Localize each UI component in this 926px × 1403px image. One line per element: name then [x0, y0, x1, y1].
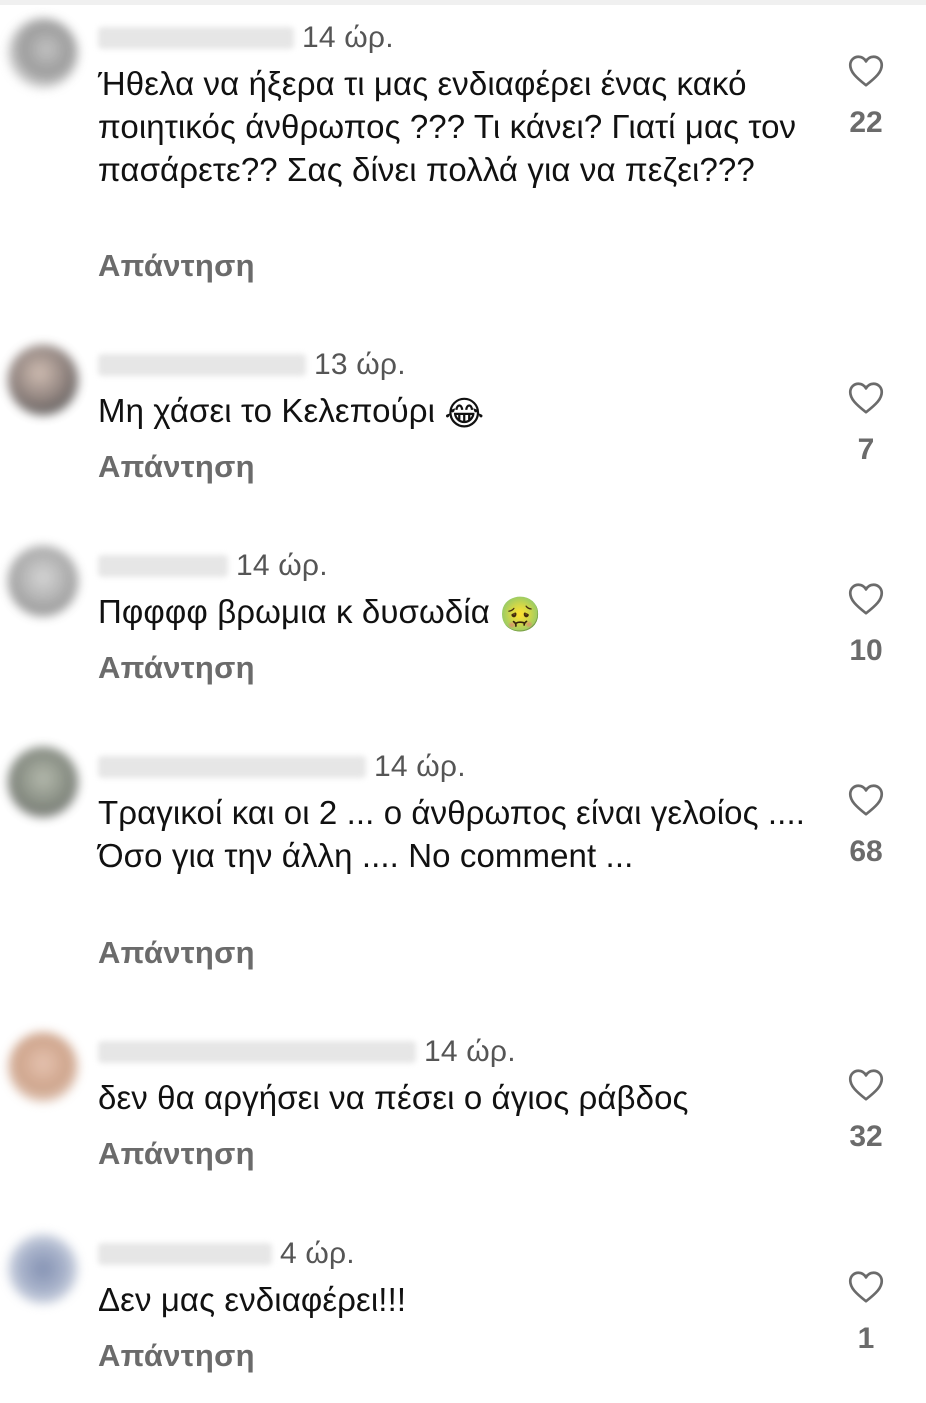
timestamp: 4 ώρ.	[280, 1237, 355, 1270]
comment-text: Πφφφφ βρωμια κ δυσωδία 🤢	[98, 593, 542, 634]
comment-text: Δεν μας ενδιαφέρει!!!	[98, 1281, 407, 1318]
nauseated-face-icon: 🤢	[499, 596, 542, 634]
avatar[interactable]	[8, 1032, 78, 1102]
username-blurred[interactable]	[98, 27, 294, 49]
like-count: 10	[849, 634, 883, 667]
heart-icon[interactable]	[848, 1270, 884, 1304]
avatar[interactable]	[8, 345, 78, 415]
like-area: 1	[830, 1270, 902, 1356]
comment-text: Ήθελα να ήξερα τι μας ενδιαφέρει ένας κα…	[98, 65, 797, 188]
comment-text: δεν θα αργήσει να πέσει ο άγιος ράβδος	[98, 1079, 689, 1116]
comment-meta: 14 ώρ.	[98, 1032, 516, 1072]
username-blurred[interactable]	[98, 1243, 272, 1265]
avatar[interactable]	[8, 546, 78, 616]
comment-item: 13 ώρ. Μη χάσει το Κελεπούρι 😂 Απάντηση …	[0, 345, 926, 495]
timestamp: 14 ώρ.	[302, 21, 394, 54]
comment-text: Μη χάσει το Κελεπούρι 😂	[98, 392, 485, 433]
comment-item: 14 ώρ. δεν θα αργήσει να πέσει ο άγιος ρ…	[0, 1032, 926, 1182]
comment-item: 14 ώρ. Τραγικοί και οι 2 ... ο άνθρωπος …	[0, 747, 926, 987]
comment-meta: 14 ώρ.	[98, 747, 466, 787]
username-blurred[interactable]	[98, 756, 366, 778]
reply-button[interactable]: Απάντηση	[98, 1136, 255, 1172]
reply-button[interactable]: Απάντηση	[98, 248, 255, 284]
avatar[interactable]	[8, 18, 78, 88]
heart-icon[interactable]	[848, 783, 884, 817]
comment-meta: 14 ώρ.	[98, 18, 394, 58]
comment-item: 4 ώρ. Δεν μας ενδιαφέρει!!! Απάντηση 1	[0, 1234, 926, 1384]
username-blurred[interactable]	[98, 1041, 416, 1063]
like-area: 68	[830, 783, 902, 869]
heart-icon[interactable]	[848, 582, 884, 616]
reply-button[interactable]: Απάντηση	[98, 449, 255, 485]
reply-button[interactable]: Απάντηση	[98, 935, 255, 971]
reply-button[interactable]: Απάντηση	[98, 1338, 255, 1374]
like-area: 7	[830, 381, 902, 467]
comment-item: 14 ώρ. Πφφφφ βρωμια κ δυσωδία 🤢 Απάντηση…	[0, 546, 926, 696]
comment-text: Τραγικοί και οι 2 ... ο άνθρωπος είναι γ…	[98, 794, 805, 874]
comment-meta: 14 ώρ.	[98, 546, 328, 586]
timestamp: 14 ώρ.	[236, 549, 328, 582]
timestamp: 14 ώρ.	[424, 1035, 516, 1068]
timestamp: 14 ώρ.	[374, 750, 466, 783]
comment-meta: 4 ώρ.	[98, 1234, 355, 1274]
like-count: 32	[849, 1120, 883, 1153]
username-blurred[interactable]	[98, 354, 306, 376]
like-area: 22	[830, 54, 902, 140]
reply-button[interactable]: Απάντηση	[98, 650, 255, 686]
avatar[interactable]	[8, 747, 78, 817]
like-count: 7	[857, 433, 875, 466]
comment-meta: 13 ώρ.	[98, 345, 406, 385]
heart-icon[interactable]	[848, 1068, 884, 1102]
avatar[interactable]	[8, 1234, 78, 1304]
top-divider	[0, 0, 926, 5]
tears-of-joy-icon: 😂	[444, 395, 485, 433]
timestamp: 13 ώρ.	[314, 348, 406, 381]
like-area: 10	[830, 582, 902, 668]
heart-icon[interactable]	[848, 54, 884, 88]
like-count: 68	[849, 835, 883, 868]
comment-item: 14 ώρ. Ήθελα να ήξερα τι μας ενδιαφέρει …	[0, 18, 926, 288]
username-blurred[interactable]	[98, 555, 228, 577]
like-count: 1	[857, 1322, 875, 1355]
heart-icon[interactable]	[848, 381, 884, 415]
like-area: 32	[830, 1068, 902, 1154]
like-count: 22	[849, 106, 883, 139]
